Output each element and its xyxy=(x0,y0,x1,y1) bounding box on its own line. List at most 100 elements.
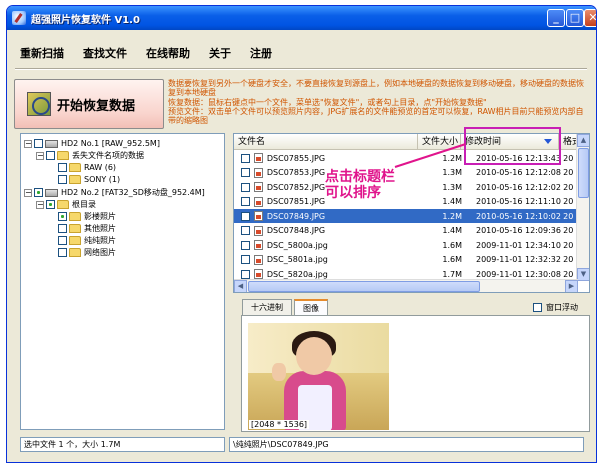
tree-item[interactable]: − HD2 No.1 [RAW_952.5M] xyxy=(24,138,160,149)
maximize-button[interactable]: □ xyxy=(566,9,584,27)
close-button[interactable]: ✕ xyxy=(584,9,596,27)
tree-checkbox[interactable] xyxy=(58,236,67,245)
file-format: 20 xyxy=(563,255,574,264)
folder-icon xyxy=(69,212,81,221)
folder-icon xyxy=(69,175,81,184)
title-bar[interactable]: 超强照片恢复软件 V1.0 _ □ ✕ xyxy=(7,6,596,30)
tree-item[interactable]: − HD2 No.2 [FAT32_SD移动盘_952.4M] xyxy=(24,187,205,198)
file-row[interactable]: DSC07848.JPG 1.4M 2010-05-16 12:09:36 20 xyxy=(234,224,577,238)
file-name: DSC07848.JPG xyxy=(266,226,326,235)
tree-expander-icon[interactable]: − xyxy=(36,151,44,160)
window-title: 超强照片恢复软件 V1.0 xyxy=(31,14,140,26)
minimize-button[interactable]: _ xyxy=(547,9,565,27)
file-checkbox[interactable] xyxy=(241,168,250,177)
tree-checkbox[interactable] xyxy=(46,151,55,160)
folder-icon xyxy=(69,236,81,245)
file-name: DSC_5800a.jpg xyxy=(266,240,328,250)
float-window-check-box[interactable] xyxy=(533,303,542,312)
file-row[interactable]: DSC07851.JPG 1.4M 2010-05-16 12:11:10 20 xyxy=(234,195,577,209)
scroll-left-icon[interactable]: ◀ xyxy=(234,280,247,292)
file-size: 1.2M xyxy=(442,211,462,221)
tree-checkbox[interactable] xyxy=(58,224,67,233)
tab-hex[interactable]: 十六进制 xyxy=(242,299,292,316)
menu-rescan[interactable]: 重新扫描 xyxy=(17,44,67,62)
file-checkbox[interactable] xyxy=(241,255,250,264)
tree-item[interactable]: SONY (1) xyxy=(48,174,120,185)
tree-checkbox[interactable] xyxy=(34,139,43,148)
float-window-checkbox[interactable]: 窗口浮动 xyxy=(533,302,578,313)
note-line: 预览文件：双击单个文件可以预览照片内容，JPG扩展名的文件能预览的首定可以恢复，… xyxy=(168,106,584,126)
vertical-scroll-thumb[interactable] xyxy=(578,148,589,198)
folder-tree[interactable]: − HD2 No.1 [RAW_952.5M] − 丢失文件名项的数据 RAW (6) S… xyxy=(20,133,225,430)
file-format: 20 xyxy=(563,269,574,279)
file-checkbox[interactable] xyxy=(241,240,250,250)
tree-item[interactable]: RAW (6) xyxy=(48,162,116,173)
file-date: 2010-05-16 12:10:02 xyxy=(475,211,561,221)
column-header-name[interactable]: 文件名 xyxy=(234,134,418,150)
scroll-down-icon[interactable]: ▼ xyxy=(577,268,589,281)
tree-item-label: SONY (1) xyxy=(84,175,121,184)
float-window-label: 窗口浮动 xyxy=(546,303,578,312)
tree-item-label: 影楼照片 xyxy=(84,212,116,221)
jpg-file-icon xyxy=(253,269,263,279)
tree-item[interactable]: − 根目录 xyxy=(36,199,96,210)
tree-item-label: 网络图片 xyxy=(84,248,116,257)
tree-item[interactable]: 网络图片 xyxy=(48,247,116,258)
status-path: \纯纯照片\DSC07849.JPG xyxy=(229,437,584,452)
file-format: 20 xyxy=(563,240,574,250)
menu-online-help[interactable]: 在线帮助 xyxy=(143,44,193,62)
folder-icon xyxy=(57,200,69,209)
file-row[interactable]: DSC07852.JPG 1.3M 2010-05-16 12:12:02 20 xyxy=(234,180,577,194)
app-window: 超强照片恢复软件 V1.0 _ □ ✕ 重新扫描 查找文件 在线帮助 关于 注册… xyxy=(6,5,597,463)
menu-find-file[interactable]: 查找文件 xyxy=(80,44,130,62)
tree-expander-icon[interactable]: − xyxy=(24,188,32,197)
tree-checkbox[interactable] xyxy=(46,200,55,209)
note-line: 恢复数据：鼠标右键点中一个文件，菜单选"恢复文件"，或者勾上目录，点"开始恢复数… xyxy=(168,97,487,107)
annotation-text: 点击标题栏 可以排序 xyxy=(325,169,395,201)
tree-item-label: HD2 No.1 [RAW_952.5M] xyxy=(61,139,160,148)
file-row[interactable]: DSC_5801a.jpg 1.6M 2009-11-01 12:32:32 20 xyxy=(234,253,577,267)
file-checkbox[interactable] xyxy=(241,153,250,163)
scroll-right-icon[interactable]: ▶ xyxy=(565,280,578,292)
jpg-file-icon xyxy=(253,254,263,265)
file-row[interactable]: DSC07853.JPG 1.3M 2010-05-16 12:12:08 20 xyxy=(234,166,577,180)
file-row[interactable]: DSC07849.JPG 1.2M 2010-05-16 12:10:02 20 xyxy=(234,209,577,223)
menu-register[interactable]: 注册 xyxy=(247,44,275,62)
tree-checkbox[interactable] xyxy=(34,188,43,197)
vertical-scrollbar[interactable]: ▲ ▼ xyxy=(576,134,589,281)
tree-item[interactable]: 纯纯照片 xyxy=(48,235,116,246)
horizontal-scrollbar[interactable]: ◀ ▶ xyxy=(234,279,578,292)
file-format: 20 xyxy=(563,153,574,163)
file-size: 1.3M xyxy=(442,168,462,177)
jpg-file-icon xyxy=(253,182,263,192)
tree-item-label: HD2 No.2 [FAT32_SD移动盘_952.4M] xyxy=(61,188,205,197)
start-recover-button[interactable]: 开始恢复数据 xyxy=(14,79,164,129)
tree-checkbox[interactable] xyxy=(58,175,67,184)
tree-item[interactable]: 其他照片 xyxy=(48,223,116,234)
file-row[interactable]: DSC_5800a.jpg 1.6M 2009-11-01 12:34:10 20 xyxy=(234,238,577,252)
tree-checkbox[interactable] xyxy=(58,163,67,172)
scroll-up-icon[interactable]: ▲ xyxy=(577,134,589,147)
file-checkbox[interactable] xyxy=(241,182,250,192)
file-checkbox[interactable] xyxy=(241,211,250,221)
tree-item[interactable]: 影楼照片 xyxy=(48,211,116,222)
tree-item[interactable]: − 丢失文件名项的数据 xyxy=(36,150,144,161)
tree-checkbox[interactable] xyxy=(58,212,67,221)
drive-icon xyxy=(45,139,58,148)
file-date: 2010-05-16 12:12:02 xyxy=(475,182,561,192)
drive-icon xyxy=(45,188,58,197)
file-checkbox[interactable] xyxy=(241,226,250,235)
status-selection: 选中文件 1 个，大小 1.7M xyxy=(20,437,225,452)
tree-checkbox[interactable] xyxy=(58,248,67,257)
tree-expander-icon[interactable]: − xyxy=(36,200,44,209)
file-checkbox[interactable] xyxy=(241,197,250,206)
menu-about[interactable]: 关于 xyxy=(206,44,234,62)
horizontal-scroll-thumb[interactable] xyxy=(248,281,480,292)
file-date: 2010-05-16 12:11:10 xyxy=(475,197,561,206)
annotation-highlight-box xyxy=(464,127,561,165)
photo-dimensions: [2048 * 1536] xyxy=(249,420,310,429)
jpg-file-icon xyxy=(253,196,263,207)
recover-icon xyxy=(27,92,51,116)
file-checkbox[interactable] xyxy=(241,269,250,279)
tree-expander-icon[interactable]: − xyxy=(24,139,32,148)
